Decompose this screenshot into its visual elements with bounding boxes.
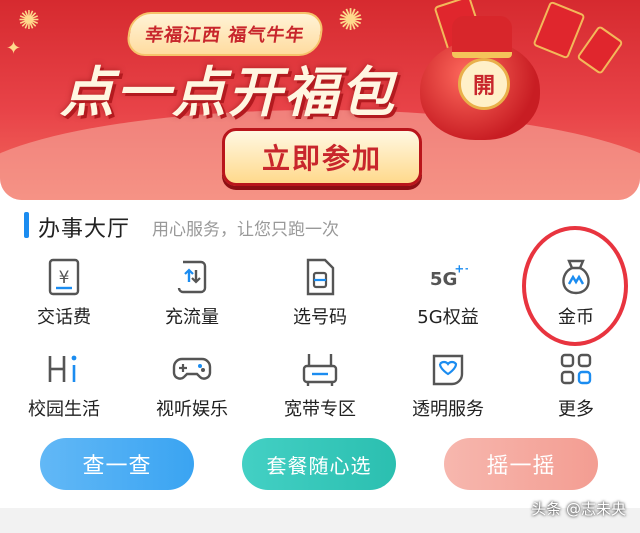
- watermark: 头条 @志未央: [531, 500, 626, 518]
- sim-card-icon: [300, 257, 340, 297]
- section-accent-bar: [24, 212, 29, 238]
- firework-icon: ✺: [18, 6, 40, 36]
- service-label: 透明服务: [412, 399, 484, 420]
- section-subtitle: 用心服务，让您只跑一次: [152, 220, 339, 240]
- campus-hi-icon: [44, 349, 84, 389]
- slogan-text: 幸福江西 福气牛年: [143, 25, 306, 46]
- section-title: 办事大厅: [38, 217, 131, 242]
- plan-select-label: 套餐随心选: [266, 453, 372, 478]
- svg-text:¥: ¥: [59, 268, 70, 288]
- svg-text:5G: 5G: [430, 269, 458, 290]
- join-now-label: 立即参加: [261, 142, 382, 175]
- plan-select-button[interactable]: 套餐随心选: [242, 438, 396, 490]
- svg-text:++: ++: [454, 261, 468, 275]
- service-transparent[interactable]: 透明服务: [384, 347, 512, 425]
- service-label: 交话费: [37, 307, 91, 328]
- check-button[interactable]: 查一查: [40, 438, 194, 490]
- red-envelope-icon: [576, 25, 624, 75]
- red-envelope-icon: [532, 0, 586, 60]
- banner-headline: 点一点开福包: [60, 61, 396, 124]
- firework-icon: ✦: [6, 38, 22, 59]
- shake-button[interactable]: 摇一摇: [444, 438, 598, 490]
- lucky-bag-knot: [452, 16, 512, 58]
- service-label: 选号码: [293, 307, 347, 328]
- service-broadband[interactable]: 宽带专区: [256, 347, 384, 425]
- service-label: 视听娱乐: [156, 399, 228, 420]
- router-icon: [300, 349, 340, 389]
- shake-button-label: 摇一摇: [486, 454, 556, 479]
- annotation-circle: [522, 226, 628, 346]
- service-5g-benefits[interactable]: 5G++ 5G权益: [384, 255, 512, 333]
- service-av-entertainment[interactable]: 视听娱乐: [128, 347, 256, 425]
- service-label: 充流量: [165, 307, 219, 328]
- firework-icon: ✺: [338, 3, 364, 38]
- service-label: 更多: [558, 399, 594, 420]
- service-campus-life[interactable]: 校园生活: [0, 347, 128, 425]
- 5g-plus-icon: 5G++: [428, 257, 468, 297]
- check-button-label: 查一查: [82, 454, 152, 479]
- more-grid-icon: [556, 349, 596, 389]
- gamepad-icon: [172, 349, 212, 389]
- join-now-button[interactable]: 立即参加: [222, 128, 422, 186]
- service-choose-number[interactable]: 选号码: [256, 255, 384, 333]
- service-pay-bill[interactable]: ¥ 交话费: [0, 255, 128, 333]
- transparent-service-icon: [428, 349, 468, 389]
- service-label: 宽带专区: [284, 399, 356, 420]
- service-label: 校园生活: [28, 399, 100, 420]
- service-data-topup[interactable]: 充流量: [128, 255, 256, 333]
- bill-yuan-icon: ¥: [44, 257, 84, 297]
- promo-banner[interactable]: ✺ ✺ ✦ 幸福江西 福气牛年 点一点开福包 開 立即参加: [0, 0, 640, 200]
- data-traffic-icon: [172, 257, 212, 297]
- bag-char: 開: [472, 74, 495, 99]
- lucky-bag-coin: 開: [458, 58, 510, 110]
- service-more[interactable]: 更多: [512, 347, 640, 425]
- service-label: 5G权益: [417, 307, 479, 328]
